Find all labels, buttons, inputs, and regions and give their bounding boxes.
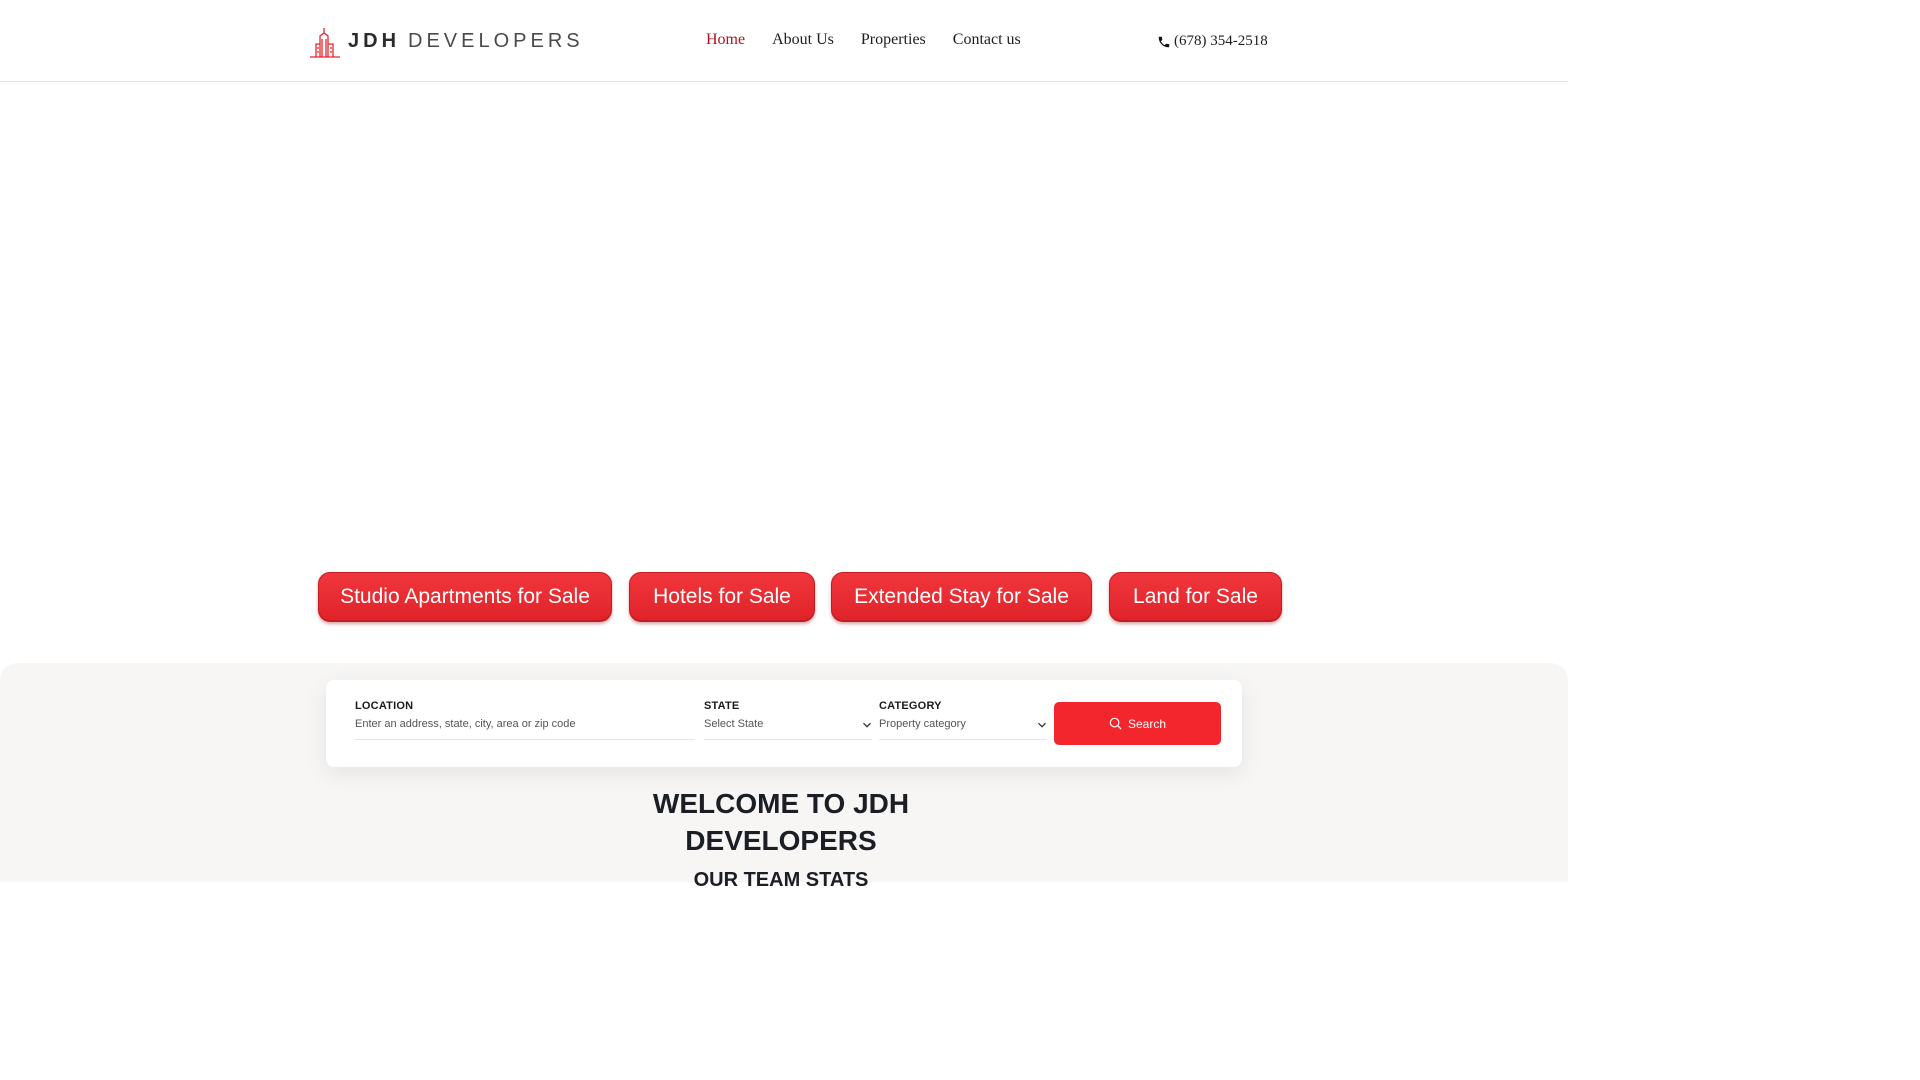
studio-apartments-button[interactable]: Studio Apartments for Sale [318, 572, 612, 622]
team-stats-heading: OUR TEAM STATS [693, 869, 869, 891]
search-button-label: Search [1127, 716, 1167, 731]
category-field: CATEGORY Property category [879, 700, 1047, 740]
logo-wordmark: JDH DEVELOPERS [348, 30, 584, 53]
hotels-button[interactable]: Hotels for Sale [629, 572, 815, 622]
main-nav: Home About Us Properties Contact us [706, 31, 1048, 49]
nav-contact-us[interactable]: Contact us [953, 31, 1021, 49]
logo-text-light: DEVELOPERS [408, 29, 584, 52]
location-input[interactable]: Enter an address, state, city, area or z… [355, 718, 695, 740]
location-label: LOCATION [355, 700, 414, 712]
nav-about-us[interactable]: About Us [772, 31, 834, 49]
welcome-heading: WELCOME TO JDH DEVELOPERS [590, 785, 972, 859]
phone-icon [1158, 36, 1170, 47]
search-icon [1109, 717, 1122, 730]
state-label: STATE [704, 700, 740, 712]
logo-text-bold: JDH [348, 29, 401, 52]
nav-home[interactable]: Home [706, 31, 745, 49]
site-logo[interactable]: JDH DEVELOPERS [308, 22, 584, 60]
welcome-line-2: DEVELOPERS [685, 825, 877, 856]
extended-stay-button[interactable]: Extended Stay for Sale [831, 572, 1092, 622]
chevron-down-icon [1038, 722, 1046, 728]
phone-link[interactable]: (678) 354-2518 [1157, 33, 1268, 50]
location-placeholder: Enter an address, state, city, area or z… [355, 718, 576, 730]
nav-properties[interactable]: Properties [861, 31, 926, 49]
state-select[interactable]: Select State [704, 718, 872, 740]
chevron-down-icon [863, 722, 871, 728]
state-selected-value: Select State [704, 718, 764, 730]
property-search-form: LOCATION Enter an address, state, city, … [326, 680, 1242, 767]
land-button[interactable]: Land for Sale [1109, 572, 1282, 622]
location-field: LOCATION Enter an address, state, city, … [355, 700, 695, 740]
site-header: JDH DEVELOPERS Home About Us Properties C… [0, 0, 1568, 82]
category-label: CATEGORY [879, 700, 942, 712]
search-button[interactable]: Search [1054, 702, 1221, 745]
category-selected-value: Property category [879, 718, 966, 730]
phone-number: (678) 354-2518 [1174, 33, 1268, 49]
state-field: STATE Select State [704, 700, 872, 740]
category-select[interactable]: Property category [879, 718, 1047, 740]
building-logo-icon [310, 28, 340, 58]
welcome-line-1: WELCOME TO JDH [652, 788, 910, 819]
